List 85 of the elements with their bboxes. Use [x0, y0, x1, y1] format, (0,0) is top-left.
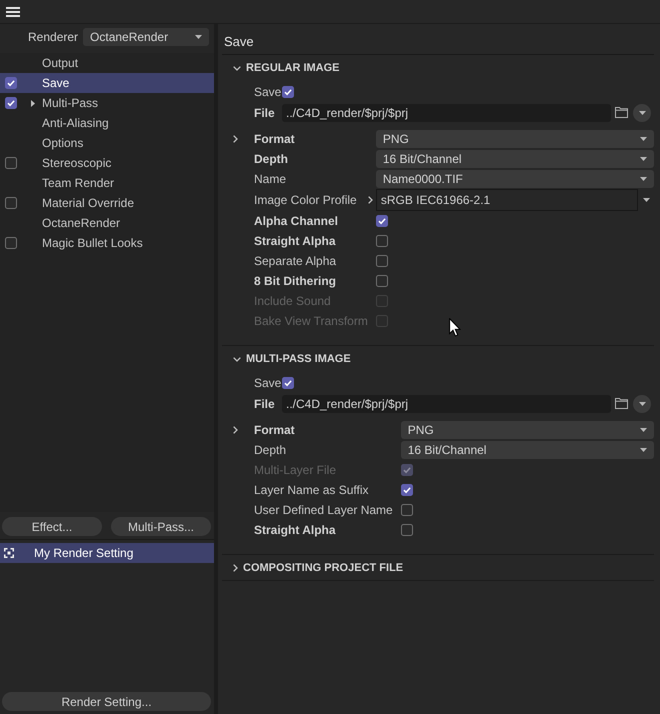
- file-path-field[interactable]: ../C4D_render/$prj/$prj: [282, 104, 611, 122]
- dropdown[interactable]: 16 Bit/Channel: [376, 150, 654, 168]
- checkbox[interactable]: [5, 77, 17, 89]
- field-label: Format: [254, 132, 295, 146]
- settings-list-item[interactable]: Stereoscopic: [0, 153, 214, 173]
- dropdown[interactable]: Name0000.TIF: [376, 170, 654, 188]
- dropdown[interactable]: PNG: [376, 130, 654, 148]
- section-header[interactable]: MULTI-PASS IMAGE: [222, 351, 654, 367]
- settings-list-item[interactable]: Magic Bullet Looks: [0, 233, 214, 253]
- frame-icon: [4, 548, 14, 558]
- checkbox[interactable]: [376, 275, 388, 287]
- field-label: Include Sound: [254, 294, 331, 308]
- file-path-field[interactable]: ../C4D_render/$prj/$prj: [282, 394, 611, 412]
- expand-triangle-icon[interactable]: [31, 100, 35, 106]
- settings-list-item[interactable]: Anti-Aliasing: [0, 113, 214, 133]
- field-label: Straight Alpha: [254, 234, 336, 248]
- field-label: Multi-Layer File: [254, 463, 336, 477]
- render-setting-button[interactable]: Render Setting...: [2, 692, 211, 711]
- list-button[interactable]: Effect...: [2, 517, 102, 536]
- field-label: Alpha Channel: [254, 214, 338, 228]
- field-label: Save: [254, 376, 282, 390]
- caret-icon: [640, 428, 647, 432]
- list-button[interactable]: Multi-Pass...: [111, 517, 211, 536]
- dropdown[interactable]: 16 Bit/Channel: [400, 441, 654, 459]
- field-label: Depth: [254, 443, 286, 457]
- checkbox[interactable]: [400, 504, 413, 516]
- settings-list-item[interactable]: Options: [0, 133, 214, 153]
- field-label: Name: [254, 172, 286, 186]
- checkbox[interactable]: [376, 255, 388, 267]
- chevron-right-icon[interactable]: [233, 135, 238, 143]
- field-label: Format: [254, 423, 295, 437]
- field-label: Depth: [254, 152, 288, 166]
- dropdown[interactable]: PNG: [400, 421, 654, 439]
- checkbox[interactable]: [5, 157, 17, 169]
- folder-icon[interactable]: [615, 107, 628, 118]
- caret-icon: [638, 110, 646, 114]
- settings-list-item[interactable]: Save: [0, 73, 214, 93]
- caret-icon: [638, 402, 646, 406]
- settings-list-item[interactable]: OctaneRender: [0, 213, 214, 233]
- dropdown-button[interactable]: [633, 394, 651, 412]
- chevron-down-icon[interactable]: [233, 66, 241, 70]
- caret-icon: [640, 137, 647, 141]
- chevron-right-icon[interactable]: [233, 426, 238, 434]
- chevron-right-icon[interactable]: [233, 564, 238, 572]
- settings-list-item[interactable]: Output: [0, 53, 214, 73]
- color-profile-field[interactable]: sRGB IEC61966-2.1: [376, 189, 638, 211]
- checkbox[interactable]: [400, 484, 413, 496]
- panel-title: Save: [222, 24, 654, 55]
- caret-icon[interactable]: [643, 198, 650, 202]
- caret-icon: [640, 448, 647, 452]
- field-label: File: [254, 396, 276, 410]
- field-label: Straight Alpha: [254, 523, 336, 537]
- settings-list-item[interactable]: Multi-Pass: [0, 93, 214, 113]
- checkbox[interactable]: [5, 237, 17, 249]
- checkbox[interactable]: [400, 524, 413, 536]
- settings-list-item[interactable]: Team Render: [0, 173, 214, 193]
- field-label: Image Color Profile: [254, 193, 357, 207]
- section-header[interactable]: REGULAR IMAGE: [222, 60, 654, 76]
- field-label: Layer Name as Suffix: [254, 483, 368, 497]
- caret-icon: [195, 35, 202, 39]
- menu-icon[interactable]: [6, 7, 20, 17]
- checkbox[interactable]: [376, 235, 388, 247]
- checkbox[interactable]: [5, 197, 17, 209]
- section-header[interactable]: COMPOSITING PROJECT FILE: [222, 560, 654, 576]
- checkbox[interactable]: [5, 97, 17, 109]
- chevron-down-icon[interactable]: [233, 356, 241, 362]
- renderer-dropdown[interactable]: OctaneRender: [83, 28, 210, 46]
- chevron-right-icon[interactable]: [368, 196, 373, 204]
- settings-list-item[interactable]: Material Override: [0, 193, 214, 213]
- caret-icon: [640, 177, 647, 181]
- renderer-label: Renderer: [28, 30, 78, 44]
- dropdown-button[interactable]: [633, 104, 651, 122]
- folder-icon[interactable]: [615, 398, 628, 409]
- checkbox[interactable]: [282, 86, 294, 98]
- checkbox[interactable]: [376, 215, 388, 227]
- mouse-pointer-icon: [449, 318, 461, 337]
- checkbox[interactable]: [282, 377, 294, 389]
- field-label: 8 Bit Dithering: [254, 274, 336, 288]
- field-label: Separate Alpha: [254, 254, 336, 268]
- field-label: Save: [254, 85, 282, 99]
- field-label: Bake View Transform: [254, 314, 368, 328]
- field-label: User Defined Layer Name: [254, 503, 393, 517]
- render-setting-item[interactable]: My Render Setting: [0, 543, 214, 563]
- field-label: File: [254, 106, 276, 120]
- caret-icon: [640, 157, 647, 161]
